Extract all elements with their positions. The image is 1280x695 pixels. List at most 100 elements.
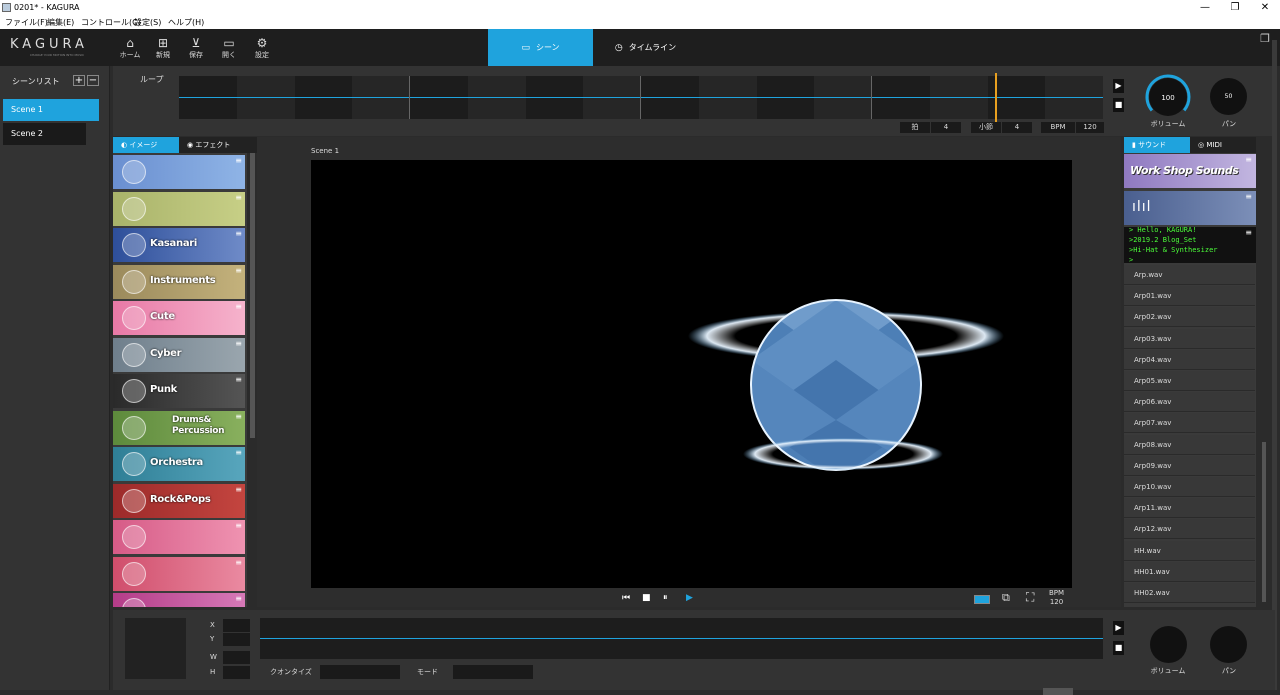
menu-icon[interactable]: ≡ — [235, 594, 242, 603]
menu-edit[interactable]: 編集(E) — [47, 17, 74, 28]
menu-icon[interactable]: ≡ — [235, 375, 242, 384]
asset-card[interactable]: ≡ — [113, 191, 245, 226]
pan-knob[interactable]: 50 — [1210, 78, 1247, 115]
mode-select[interactable] — [453, 665, 533, 679]
scene-preview-canvas[interactable] — [311, 160, 1072, 588]
sound-file-item[interactable]: Arp01.wav — [1124, 286, 1255, 307]
sound-card-waveform[interactable]: ılıl ≡ — [1124, 191, 1256, 225]
loop-play-button[interactable]: ▶ — [1113, 79, 1124, 93]
sound-file-item[interactable]: Arp09.wav — [1124, 455, 1255, 476]
menu-icon[interactable]: ≡ — [235, 448, 242, 457]
scene-item-2[interactable]: Scene 2 — [3, 123, 86, 145]
sound-file-item[interactable]: Arp10.wav — [1124, 477, 1255, 497]
add-scene-button[interactable]: + — [73, 75, 85, 86]
skip-back-button[interactable]: ⏮ — [622, 593, 630, 603]
menu-icon[interactable]: ≡ — [235, 339, 242, 348]
tab-timeline[interactable]: ◷ タイムライン — [593, 29, 698, 66]
asset-card[interactable]: ≡ — [113, 556, 245, 591]
h-field[interactable]: H — [205, 666, 250, 679]
menu-icon[interactable]: ≡ — [235, 229, 242, 238]
automation-track[interactable] — [260, 618, 1103, 659]
bottom-volume-knob[interactable] — [1150, 626, 1187, 663]
measure-value[interactable]: 4 — [1002, 122, 1032, 133]
sound-file-item[interactable]: Arp12.wav — [1124, 519, 1255, 540]
sound-scrollbar[interactable] — [1262, 442, 1266, 602]
asset-card[interactable]: ≡ — [113, 593, 245, 607]
asset-card[interactable]: ≡ Drums& Percussion — [113, 410, 245, 445]
loop-track[interactable] — [179, 73, 1103, 122]
bottom-stop-button[interactable]: ■ — [1113, 641, 1124, 655]
menu-icon[interactable]: ≡ — [235, 156, 242, 165]
maximize-button[interactable]: ❐ — [1220, 0, 1250, 15]
y-field[interactable]: Y — [205, 633, 250, 646]
w-field[interactable]: W — [205, 651, 250, 664]
menu-icon[interactable]: ≡ — [1245, 228, 1252, 237]
menu-file[interactable]: ファイル(F) — [5, 17, 48, 28]
window-restore-icon[interactable]: ❐ — [1260, 32, 1270, 45]
menu-control[interactable]: コントロール(C) — [81, 17, 141, 28]
menu-help[interactable]: ヘルプ(H) — [168, 17, 204, 28]
sound-file-item[interactable]: HH02.wav — [1124, 583, 1255, 603]
preview-pause-button[interactable]: ⏸ — [663, 593, 668, 603]
tab-scene[interactable]: ▭ シーン — [488, 29, 593, 66]
sound-file-item[interactable]: Arp07.wav — [1124, 413, 1255, 434]
layout-toggle-icon[interactable] — [974, 595, 990, 604]
asset-card[interactable]: ≡ Cute — [113, 301, 245, 335]
open-button[interactable]: ▭ 開く — [215, 37, 243, 60]
asset-card[interactable]: ≡ Cyber — [113, 337, 245, 372]
asset-card[interactable]: ≡ Rock&Pops — [113, 483, 245, 518]
minimize-button[interactable]: — — [1190, 0, 1220, 15]
menu-icon[interactable]: ≡ — [1245, 155, 1252, 164]
window-scrollbar[interactable] — [1272, 40, 1277, 690]
tab-effect[interactable]: ◉ エフェクト — [179, 137, 257, 153]
volume-knob[interactable]: 100 — [1144, 73, 1192, 121]
sound-file-item[interactable]: HH01.wav — [1124, 561, 1255, 582]
settings-button[interactable]: ⚙ 設定 — [248, 37, 276, 60]
tab-image[interactable]: ◐ イメージ — [113, 137, 179, 153]
sound-file-item[interactable]: Arp03.wav — [1124, 328, 1255, 349]
asset-card[interactable]: ≡ Kasanari — [113, 228, 245, 262]
sound-file-item[interactable]: Arp.wav — [1124, 265, 1255, 285]
menu-icon[interactable]: ≡ — [235, 558, 242, 567]
menu-icon[interactable]: ≡ — [235, 412, 242, 421]
sound-file-item[interactable]: Arp04.wav — [1124, 349, 1255, 370]
sound-file-item[interactable]: Arp08.wav — [1124, 434, 1255, 455]
remove-scene-button[interactable]: − — [87, 75, 99, 86]
menu-icon[interactable]: ≡ — [235, 485, 242, 494]
playhead-marker[interactable] — [995, 73, 997, 122]
quantize-select[interactable] — [320, 665, 400, 679]
asset-card[interactable]: ≡ Orchestra — [113, 447, 245, 481]
menu-icon[interactable]: ≡ — [235, 521, 242, 530]
asset-card[interactable]: ≡ — [113, 520, 245, 554]
menu-icon[interactable]: ≡ — [1245, 192, 1252, 201]
sound-file-item[interactable]: HH.wav — [1124, 540, 1255, 561]
tab-sound[interactable]: ▮ サウンド — [1124, 137, 1190, 153]
sound-file-item[interactable]: Arp11.wav — [1124, 498, 1255, 519]
scene-item-1[interactable]: Scene 1 — [3, 99, 99, 121]
bpm-value[interactable]: 120 — [1076, 122, 1104, 133]
quantize-field[interactable]: クオンタイズ — [260, 665, 400, 679]
menu-icon[interactable]: ≡ — [235, 193, 242, 202]
bottom-pan-knob[interactable] — [1210, 626, 1247, 663]
menu-icon[interactable]: ≡ — [235, 266, 242, 275]
bottom-play-button[interactable]: ▶ — [1113, 621, 1124, 635]
new-button[interactable]: ⊞ 新規 — [149, 37, 177, 60]
menu-settings[interactable]: 設定(S) — [134, 17, 161, 28]
preview-play-button[interactable]: ▶ — [686, 593, 693, 603]
window-layout-icon[interactable]: ⧉ — [1002, 591, 1010, 605]
preview-stop-button[interactable]: ■ — [642, 593, 651, 603]
sound-card-workshop[interactable]: Work Shop Sounds ≡ — [1124, 154, 1256, 188]
close-button[interactable]: ✕ — [1250, 0, 1280, 15]
sound-file-item[interactable]: Arp05.wav — [1124, 371, 1255, 391]
sound-file-item[interactable]: Arp06.wav — [1124, 392, 1255, 413]
fullscreen-icon[interactable]: ⛶ — [1026, 590, 1034, 605]
sound-file-item[interactable]: Arp02.wav — [1124, 307, 1255, 328]
beat-value[interactable]: 4 — [931, 122, 961, 133]
save-button[interactable]: ⊻ 保存 — [182, 37, 210, 60]
asset-scrollbar[interactable] — [250, 153, 255, 438]
x-field[interactable]: X — [205, 619, 250, 632]
home-button[interactable]: ⌂ ホーム — [116, 37, 144, 60]
menu-icon[interactable]: ≡ — [235, 302, 242, 311]
tab-midi[interactable]: ◎ MIDI — [1190, 137, 1256, 153]
loop-stop-button[interactable]: ■ — [1113, 98, 1124, 112]
